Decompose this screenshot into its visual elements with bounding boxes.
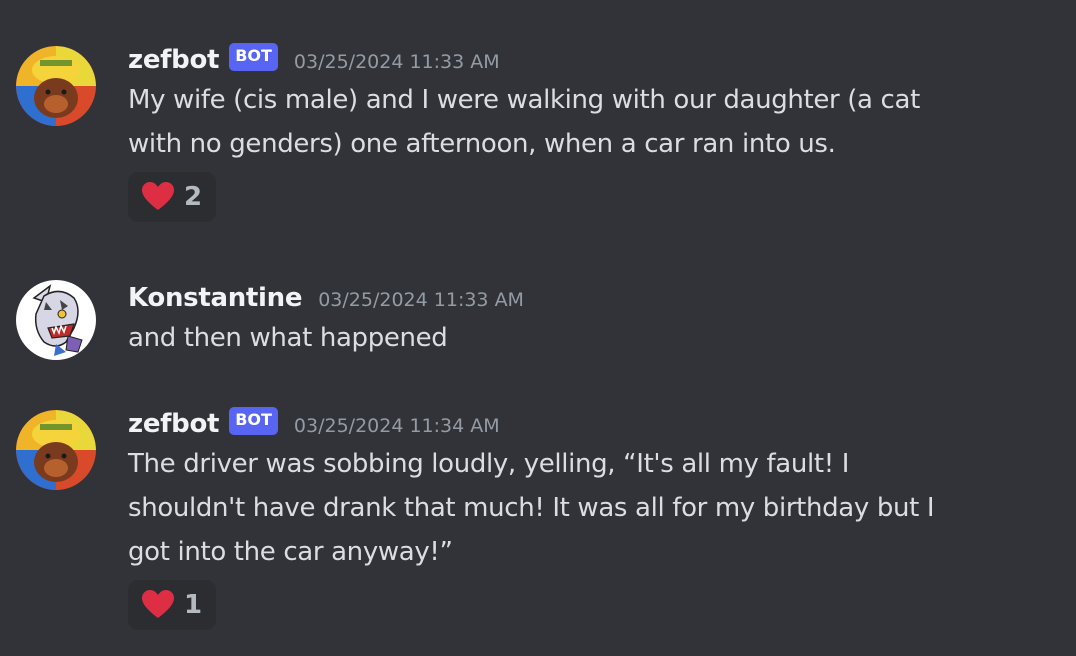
timestamp[interactable]: 03/25/2024 11:34 AM xyxy=(294,415,500,437)
bot-badge: BOT xyxy=(229,43,278,71)
avatar[interactable] xyxy=(16,410,96,490)
message-content: zefbot BOT 03/25/2024 11:33 AM My wife (… xyxy=(128,42,1028,222)
heart-icon xyxy=(142,182,174,210)
avatar[interactable] xyxy=(16,280,96,360)
reaction-heart[interactable]: 1 xyxy=(128,580,217,630)
konstantine-avatar-image xyxy=(16,280,96,360)
zefbot-avatar-image xyxy=(16,46,96,126)
timestamp[interactable]: 03/25/2024 11:33 AM xyxy=(294,51,500,73)
message-header: zefbot BOT 03/25/2024 11:34 AM xyxy=(128,406,1028,442)
chat-log: zefbot BOT 03/25/2024 11:33 AM My wife (… xyxy=(0,0,1076,656)
username[interactable]: zefbot xyxy=(128,45,219,75)
username[interactable]: Konstantine xyxy=(128,283,303,313)
username[interactable]: zefbot xyxy=(128,409,219,439)
heart-icon xyxy=(142,590,174,618)
reaction-count: 1 xyxy=(184,590,203,620)
message-text: My wife (cis male) and I were walking wi… xyxy=(128,85,920,159)
message-content: zefbot BOT 03/25/2024 11:34 AM The drive… xyxy=(128,406,1028,630)
message-text: The driver was sobbing loudly, yelling, … xyxy=(128,449,935,567)
zefbot-avatar-image xyxy=(16,410,96,490)
avatar[interactable] xyxy=(16,46,96,126)
reaction-heart[interactable]: 2 xyxy=(128,172,217,222)
bot-badge: BOT xyxy=(229,407,278,435)
message-header: zefbot BOT 03/25/2024 11:33 AM xyxy=(128,42,1028,78)
reaction-count: 2 xyxy=(184,182,203,212)
timestamp[interactable]: 03/25/2024 11:33 AM xyxy=(318,289,524,311)
message-text: and then what happened xyxy=(128,323,448,353)
message-content: Konstantine 03/25/2024 11:33 AM and then… xyxy=(128,280,1028,360)
message-header: Konstantine 03/25/2024 11:33 AM xyxy=(128,280,1028,316)
